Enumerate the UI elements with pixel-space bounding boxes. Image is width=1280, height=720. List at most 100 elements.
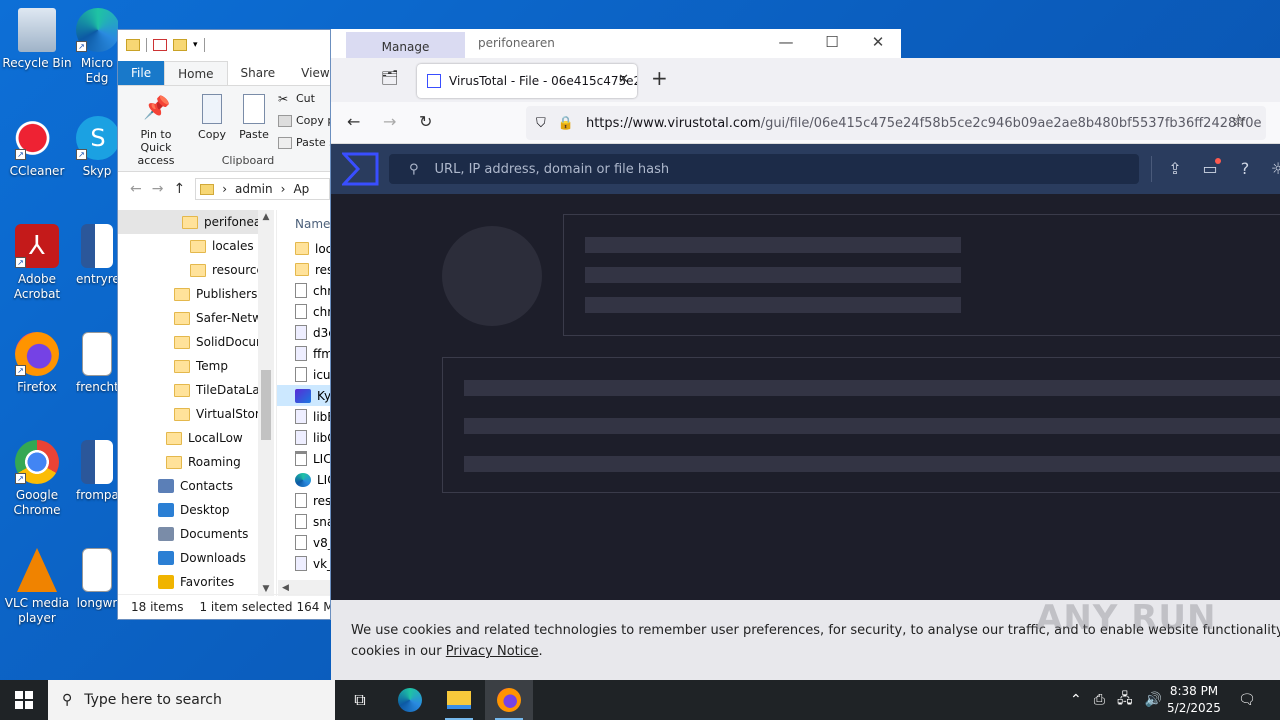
file-row[interactable]: libE: [277, 406, 330, 427]
paste-button[interactable]: Paste: [236, 94, 272, 141]
nav-item[interactable]: TileDataLaye: [118, 378, 274, 402]
shield-icon[interactable]: ⛉: [536, 116, 546, 131]
desktop-icon-frencht[interactable]: frencht: [76, 332, 118, 395]
vt-search-input[interactable]: ⚲ URL, IP address, domain or file hash: [389, 154, 1139, 184]
chevron-down-icon[interactable]: ▾: [193, 40, 198, 50]
url-bar[interactable]: ⛉ 🔒 https://www.virustotal.com/gui/file/…: [526, 106, 1266, 140]
theme-toggle-icon[interactable]: ☼: [1267, 158, 1280, 180]
minimize-button[interactable]: —: [763, 29, 809, 58]
new-folder-icon[interactable]: [173, 38, 187, 51]
lock-icon[interactable]: 🔒: [558, 116, 574, 131]
taskbar-search[interactable]: ⚲ Type here to search: [48, 680, 335, 720]
manage-tab[interactable]: Manage: [346, 32, 465, 58]
nav-item[interactable]: Documents: [118, 522, 274, 546]
up-arrow-icon[interactable]: ↑: [173, 181, 185, 197]
file-row[interactable]: d3c: [277, 322, 330, 343]
nav-item[interactable]: Downloads: [118, 546, 274, 570]
file-row[interactable]: LIC: [277, 448, 330, 469]
notifications-icon[interactable]: ▭: [1199, 158, 1221, 180]
bookmark-star-icon[interactable]: ☆: [1231, 111, 1246, 131]
taskbar-firefox[interactable]: [485, 680, 533, 720]
reload-icon[interactable]: ↻: [419, 112, 432, 131]
nav-item[interactable]: locales: [118, 234, 274, 258]
file-row[interactable]: chr: [277, 301, 330, 322]
nav-item[interactable]: Contacts: [118, 474, 274, 498]
clock[interactable]: 8:38 PM 5/2/2025: [1160, 683, 1228, 717]
file-row[interactable]: Kyl: [277, 385, 330, 406]
nav-item[interactable]: Publishers: [118, 282, 274, 306]
file-row[interactable]: libG: [277, 427, 330, 448]
desktop-icon-vlc[interactable]: VLC media player: [0, 548, 74, 626]
file-row[interactable]: sna: [277, 511, 330, 532]
nav-item[interactable]: Favorites: [118, 570, 274, 594]
desktop-icon-adobe-acrobat[interactable]: ⅄ ↗ Adobe Acrobat: [0, 224, 74, 302]
copy-button[interactable]: Copy: [194, 94, 230, 141]
desktop-icon-recycle-bin[interactable]: Recycle Bin: [0, 8, 74, 71]
forward-arrow-icon[interactable]: →: [152, 181, 164, 197]
properties-icon[interactable]: [153, 38, 167, 51]
forward-arrow-icon[interactable]: →: [383, 112, 396, 131]
tab-home[interactable]: Home: [164, 61, 228, 85]
cut-button[interactable]: ✂ Cut: [278, 92, 315, 105]
privacy-notice-link[interactable]: Privacy Notice: [446, 644, 539, 659]
nav-item[interactable]: resource: [118, 258, 274, 282]
address-input[interactable]: › admin › Ap: [195, 178, 330, 200]
desktop-icon-google-chrome[interactable]: ↗ Google Chrome: [0, 440, 74, 518]
nav-item[interactable]: Roaming: [118, 450, 274, 474]
tab-share[interactable]: Share: [228, 61, 289, 85]
file-row[interactable]: res: [277, 490, 330, 511]
help-icon[interactable]: ?: [1234, 158, 1256, 180]
new-tab-icon[interactable]: +: [651, 66, 668, 90]
desktop-icon-longwr[interactable]: longwr: [76, 548, 118, 611]
close-button[interactable]: ✕: [855, 29, 901, 58]
taskbar-file-explorer[interactable]: [435, 680, 483, 720]
file-row[interactable]: vk_: [277, 553, 330, 574]
scroll-up-icon[interactable]: ▲: [258, 212, 274, 222]
file-row[interactable]: LIC: [277, 469, 330, 490]
device-icon[interactable]: ⎙: [1094, 692, 1105, 708]
nav-item[interactable]: SolidDocum: [118, 330, 274, 354]
file-row[interactable]: v8_: [277, 532, 330, 553]
desktop-icon-ccleaner[interactable]: ↗ CCleaner: [0, 116, 74, 179]
tab-view[interactable]: View: [288, 61, 330, 85]
tab-virustotal[interactable]: VirusTotal - File - 06e415c475e24 ✕: [417, 64, 637, 98]
nav-item[interactable]: perifonear: [118, 210, 274, 234]
chevron-up-icon[interactable]: ⌃: [1070, 692, 1082, 708]
file-row[interactable]: icu: [277, 364, 330, 385]
nav-item[interactable]: Safer-Netwo: [118, 306, 274, 330]
nav-item[interactable]: VirtualStore: [118, 402, 274, 426]
start-button[interactable]: [0, 680, 48, 720]
maximize-button[interactable]: ☐: [809, 29, 855, 58]
nav-item[interactable]: Temp: [118, 354, 274, 378]
scroll-thumb[interactable]: [261, 370, 271, 440]
copy-path-button[interactable]: Copy p: [278, 114, 330, 127]
scroll-down-icon[interactable]: ▼: [258, 584, 274, 594]
tab-file[interactable]: File: [118, 61, 165, 85]
back-arrow-icon[interactable]: ←: [347, 112, 360, 131]
nav-item[interactable]: LocalLow: [118, 426, 274, 450]
task-view-button[interactable]: ⧉: [336, 680, 384, 720]
nav-item[interactable]: Desktop: [118, 498, 274, 522]
breadcrumb-segment[interactable]: admin: [235, 182, 273, 196]
file-row[interactable]: res: [277, 259, 330, 280]
desktop-icon-entryre[interactable]: entryre: [76, 224, 118, 287]
paste-shortcut-button[interactable]: Paste s: [278, 136, 330, 149]
desktop-icon-frompa[interactable]: frompa: [76, 440, 118, 503]
file-row[interactable]: ffm: [277, 343, 330, 364]
notifications-button[interactable]: 🗨: [1238, 680, 1256, 720]
taskbar-edge[interactable]: [386, 680, 434, 720]
scroll-left-icon[interactable]: ◀: [282, 583, 289, 593]
network-icon[interactable]: 🖧: [1117, 688, 1133, 712]
close-tab-icon[interactable]: ✕: [618, 72, 629, 87]
virustotal-logo-icon[interactable]: [342, 152, 379, 186]
breadcrumb-segment[interactable]: Ap: [293, 182, 309, 196]
file-row[interactable]: chr: [277, 280, 330, 301]
nav-scrollbar[interactable]: ▲ ▼: [258, 210, 274, 596]
file-row[interactable]: loc: [277, 238, 330, 259]
column-header-name[interactable]: Name: [277, 210, 330, 238]
desktop-icon-edge[interactable]: ↗ Micro Edg: [76, 8, 118, 86]
desktop-icon-skype[interactable]: S ↗ Skyp: [76, 116, 118, 179]
upload-icon[interactable]: ⇪: [1164, 158, 1186, 180]
back-arrow-icon[interactable]: ←: [130, 181, 142, 197]
desktop-icon-firefox[interactable]: ↗ Firefox: [0, 332, 74, 395]
